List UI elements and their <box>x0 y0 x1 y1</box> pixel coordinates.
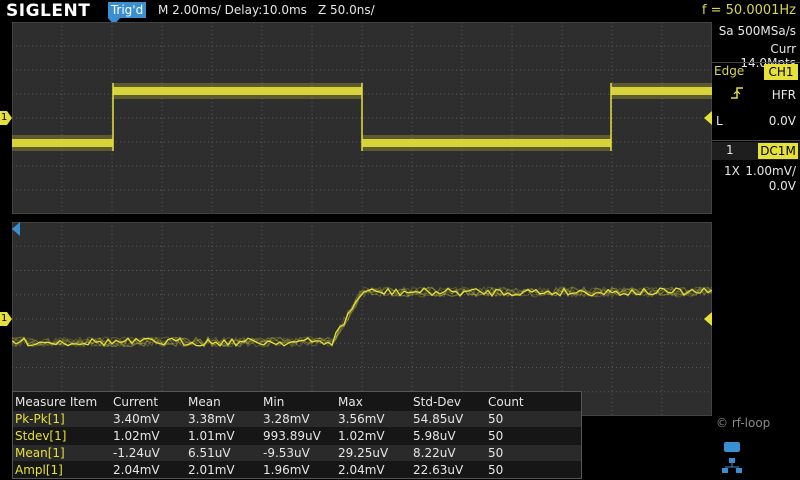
zoom-trace <box>12 287 712 347</box>
measurement-row: Pk-Pk[1] 3.40mV 3.38mV 3.28mV 3.56mV 54.85uV 5… <box>13 411 581 427</box>
measurement-value: 8.22uV <box>413 446 456 460</box>
measurement-header-cell: Min <box>263 395 285 409</box>
channel-number: 1 <box>726 143 734 157</box>
measurement-value: -9.53uV <box>263 446 310 460</box>
measurement-item-label: Pk-Pk[1] <box>15 412 65 426</box>
trace-segment <box>12 139 113 147</box>
trigger-coupling[interactable]: HFR <box>772 88 796 102</box>
trigger-level-value[interactable]: 0.0V <box>769 114 796 128</box>
measurement-value: 993.89uV <box>263 429 321 443</box>
measurement-header-cell: Measure Item <box>15 395 98 409</box>
trigger-status-badge[interactable]: Trig'd <box>108 2 146 18</box>
zoom-timebase-readout[interactable]: Z 50.0ns/ <box>318 3 375 17</box>
measurement-value: 50 <box>488 412 504 426</box>
measurement-value: 6.51uV <box>188 446 231 460</box>
measurement-item-label: Mean[1] <box>15 446 65 460</box>
measurement-value: 1.01mV <box>188 429 235 443</box>
measurement-row: Mean[1] -1.24uV 6.51uV -9.53uV 29.25uV 8.22uV… <box>13 445 581 461</box>
measurement-value: 3.38mV <box>188 412 235 426</box>
trace-segment <box>113 87 362 95</box>
vertical-offset[interactable]: 0.0V <box>769 179 796 193</box>
zoom-waveform-area[interactable] <box>12 222 712 416</box>
measurement-value: 1.02mV <box>113 429 160 443</box>
ch1-offset-marker[interactable]: 1 <box>0 111 12 125</box>
trace-segment <box>362 139 611 147</box>
trigger-level-marker-icon[interactable] <box>704 111 712 125</box>
oscilloscope-screen: SIGLENT Trig'd M 2.00ms/ Delay:10.0ms Z … <box>0 0 800 480</box>
trace-segment <box>611 87 712 95</box>
trace-persistence <box>12 285 712 348</box>
measurement-header-cell: Std-Dev <box>413 395 461 409</box>
zoom-waveform-svg <box>12 222 712 416</box>
zoom-trigger-marker-icon[interactable] <box>12 222 20 236</box>
measurement-value: 3.28mV <box>263 412 310 426</box>
vertical-scale[interactable]: 1.00mV/ <box>745 164 796 178</box>
probe-attenuation[interactable]: 1X <box>724 164 740 178</box>
measurement-value: 50 <box>488 429 504 443</box>
rising-edge-icon <box>730 86 744 100</box>
frequency-counter: f = 50.0001Hz <box>701 3 796 18</box>
ch1-zoom-offset-label: 1 <box>1 313 8 324</box>
main-waveform-area[interactable] <box>12 22 712 214</box>
trigger-type-label[interactable]: Edge <box>714 64 744 78</box>
trigger-source-badge[interactable]: CH1 <box>764 64 798 80</box>
right-info-panel: Sa 500MSa/s Curr 14.0Mpts Edge CH1 HFR L… <box>712 22 800 480</box>
network-icon <box>722 458 742 474</box>
watermark-text: © rf-loop <box>716 416 771 430</box>
ch1-offset-label: 1 <box>1 112 8 123</box>
measurement-header-cell: Mean <box>188 395 221 409</box>
measurement-value: 1.96mV <box>263 463 310 477</box>
measurement-row: Stdev[1] 1.02mV 1.01mV 993.89uV 1.02mV 5.98uV… <box>13 428 581 444</box>
main-waveform-svg <box>12 22 712 214</box>
brand-logo: SIGLENT <box>6 1 91 21</box>
measurement-row: Ampl[1] 2.04mV 2.01mV 1.96mV 2.04mV 22.63uV 50 <box>13 462 581 478</box>
measurement-value: 2.04mV <box>113 463 160 477</box>
trace-persistence <box>12 286 712 348</box>
measurement-value: 50 <box>488 463 504 477</box>
measurement-value: 3.40mV <box>113 412 160 426</box>
measurement-value: 2.04mV <box>338 463 385 477</box>
measurement-value: 29.25uV <box>338 446 389 460</box>
measurement-header-cell: Current <box>113 395 159 409</box>
measurement-value: 50 <box>488 446 504 460</box>
measurement-header-cell: Max <box>338 395 363 409</box>
ch1-zoom-offset-marker[interactable]: 1 <box>0 312 12 326</box>
measurement-value: 2.01mV <box>188 463 235 477</box>
measurement-value: 5.98uV <box>413 429 456 443</box>
measurement-header-row: Measure Item Current Mean Min Max Std-Dev Coun… <box>13 394 581 410</box>
zoom-trigger-level-marker-icon[interactable] <box>704 312 712 326</box>
measurement-table: Measure Item Current Mean Min Max Std-Dev Coun… <box>12 391 582 479</box>
usb-storage-icon <box>724 442 740 452</box>
measurement-item-label: Stdev[1] <box>15 429 67 443</box>
trigger-level-prefix: L <box>716 114 723 128</box>
measurement-value: 22.63uV <box>413 463 464 477</box>
measurement-value: -1.24uV <box>113 446 160 460</box>
channel-coupling-badge[interactable]: DC1M <box>758 143 798 159</box>
timebase-readout[interactable]: M 2.00ms/ Delay:10.0ms <box>158 3 307 17</box>
measurement-item-label: Ampl[1] <box>15 463 63 477</box>
measurement-header-cell: Count <box>488 395 524 409</box>
sample-rate-readout: Sa 500MSa/s <box>718 24 796 38</box>
measurement-value: 1.02mV <box>338 429 385 443</box>
measurement-value: 3.56mV <box>338 412 385 426</box>
measurement-value: 54.85uV <box>413 412 464 426</box>
